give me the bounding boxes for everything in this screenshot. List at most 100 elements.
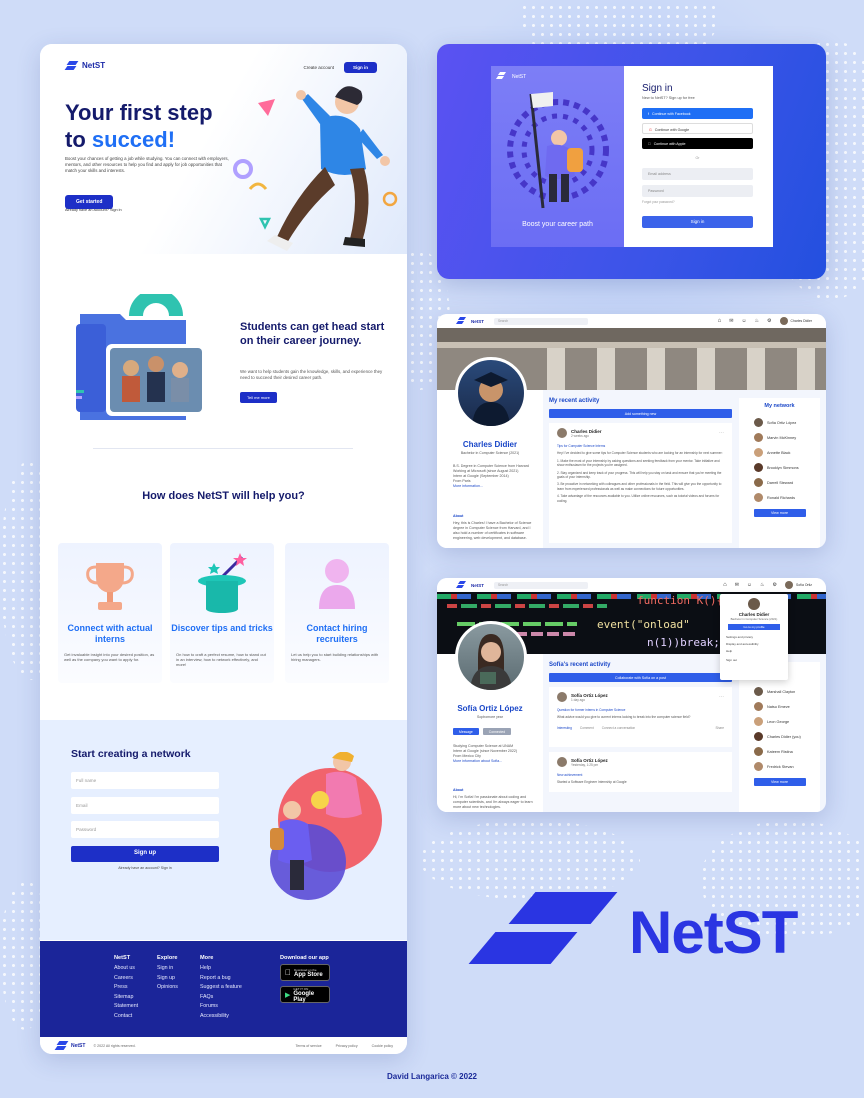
more-info-link[interactable]: More information...: [453, 484, 535, 489]
footer-link[interactable]: Accessibility: [200, 1012, 242, 1022]
forgot-password-link[interactable]: Forgot your password?: [642, 200, 675, 204]
apple-button[interactable]: Continue with Apple: [642, 138, 753, 149]
menu-item[interactable]: Help: [720, 647, 788, 654]
avatar[interactable]: [784, 581, 793, 589]
search-input[interactable]: Search: [494, 581, 589, 589]
logo[interactable]: NetST: [64, 61, 105, 70]
footer-link[interactable]: Sign in: [157, 964, 178, 974]
tell-me-more-button[interactable]: Tell me more: [240, 392, 277, 403]
view-more-button[interactable]: View more: [753, 509, 806, 517]
settings-icon[interactable]: ⚙: [772, 582, 776, 588]
conversation-button[interactable]: Connect a conversation: [602, 726, 636, 730]
messages-icon[interactable]: ✉: [735, 582, 739, 588]
hero-sign-in-link[interactable]: Already have an account? Sign in: [65, 208, 122, 212]
profile-actions: Message Connected: [453, 728, 512, 735]
network-friend[interactable]: Ronald Richards: [739, 490, 820, 505]
footer-link[interactable]: About us: [114, 964, 138, 974]
network-friend[interactable]: Darrell Steward: [739, 475, 820, 490]
footer-link[interactable]: Report a bug: [200, 974, 242, 984]
interesting-button[interactable]: Interesting: [557, 726, 572, 730]
network-sign-in-link[interactable]: Already have an account? Sign in: [71, 866, 219, 870]
nav-username[interactable]: Charles Didier: [791, 319, 812, 323]
password-input[interactable]: Password: [642, 185, 753, 197]
or-divider: Or: [695, 156, 700, 160]
add-something-button[interactable]: Add something new: [549, 409, 732, 418]
sign-up-button[interactable]: Sign up: [71, 846, 219, 862]
notifications-icon[interactable]: ♨: [755, 318, 759, 324]
menu-item[interactable]: Sign out: [720, 654, 788, 662]
go-to-profile-button[interactable]: Go to my profile: [728, 624, 780, 630]
footer-link[interactable]: Opinions: [157, 983, 178, 993]
footer-link[interactable]: Help: [200, 964, 242, 974]
apple-icon: : [285, 968, 291, 977]
network-friend[interactable]: Marshall Clayton: [739, 684, 820, 699]
full-name-input[interactable]: Full name: [71, 772, 219, 789]
email-input[interactable]: Email: [71, 797, 219, 814]
search-input[interactable]: Search: [494, 317, 589, 325]
message-button[interactable]: Message: [453, 728, 479, 735]
menu-item[interactable]: Settings and privacy: [720, 633, 788, 640]
home-icon[interactable]: ⌂: [723, 582, 727, 588]
footer-link[interactable]: Forums: [200, 1002, 242, 1012]
network-friend[interactable]: Fredrick Stevan: [739, 759, 820, 774]
friend-name: Brooklyn Simmons: [767, 465, 799, 470]
comment-button[interactable]: Comment: [580, 726, 594, 730]
home-icon[interactable]: ⌂: [718, 318, 722, 324]
footer-link[interactable]: Statement: [114, 1002, 138, 1012]
network-friend[interactable]: Kateem Ristina: [739, 744, 820, 759]
more-options-icon[interactable]: ⋯: [719, 430, 724, 436]
more-options-icon[interactable]: ⋯: [719, 694, 724, 700]
get-started-button[interactable]: Get started: [65, 195, 114, 209]
top-navbar: NetST Search ⌂ ✉ ☺ ♨ ⚙ Sofía Ortiz: [437, 578, 826, 592]
footer-link[interactable]: Sign up: [157, 974, 178, 984]
network-friend[interactable]: Leon George: [739, 714, 820, 729]
notifications-icon[interactable]: ♨: [760, 582, 764, 588]
sign-in-submit-button[interactable]: Sign in: [642, 216, 753, 228]
sign-in-illustration-panel: NetST Boost your career path: [491, 66, 624, 247]
terms-link[interactable]: Terms of service: [295, 1044, 321, 1048]
messages-icon[interactable]: ✉: [729, 318, 733, 324]
app-store-badge[interactable]:  Download on theApp Store: [280, 964, 330, 981]
footer-link[interactable]: Press: [114, 983, 138, 993]
network-icon[interactable]: ☺: [741, 318, 746, 324]
facebook-button[interactable]: f Continue with Facebook: [642, 108, 753, 119]
settings-icon[interactable]: ⚙: [767, 318, 771, 324]
google-play-badge[interactable]: ▶ GET IT ON Google Play: [280, 986, 330, 1003]
collaborate-button[interactable]: Collaborate with Sofía on a post: [549, 673, 732, 682]
code-line: event("onload": [597, 618, 690, 631]
google-button[interactable]: G Continue with Google: [642, 123, 753, 134]
menu-item[interactable]: Display and accessibility: [720, 640, 788, 647]
people-illustration: [270, 752, 382, 900]
network-friend[interactable]: Brooklyn Simmons: [739, 460, 820, 475]
footer-link[interactable]: FAQs: [200, 993, 242, 1003]
post-title: Question for former interns in Computer …: [557, 708, 626, 712]
connected-button[interactable]: Connected: [482, 728, 512, 735]
share-button[interactable]: Share: [715, 726, 724, 730]
avatar[interactable]: [779, 317, 788, 325]
nav-username[interactable]: Sofía Ortiz: [796, 583, 812, 587]
network-friend[interactable]: Natsu Emeve: [739, 699, 820, 714]
play-icon: ▶: [285, 991, 291, 999]
network-icon[interactable]: ☺: [747, 582, 752, 588]
post-author: Charles Didier: [571, 428, 602, 434]
footer-link[interactable]: Sitemap: [114, 993, 138, 1003]
network-friend[interactable]: Marvin McKinney: [739, 430, 820, 445]
network-friend[interactable]: Charles Didier (you): [739, 729, 820, 744]
privacy-link[interactable]: Privacy policy: [336, 1044, 358, 1048]
password-input[interactable]: Password: [71, 821, 219, 838]
cookie-link[interactable]: Cookie policy: [372, 1044, 393, 1048]
bottom-bar: NetST © 2022 All rights reserved. Terms …: [40, 1037, 407, 1054]
more-info-link[interactable]: More information about Sofia...: [453, 759, 535, 764]
footer-link[interactable]: Suggest a feature: [200, 983, 242, 993]
email-address-input[interactable]: Email address: [642, 168, 753, 180]
view-more-button[interactable]: View more: [753, 778, 806, 786]
post-paragraph: 2. Stay organized and keep track of your…: [557, 470, 722, 480]
network-friend[interactable]: Sofía Ortiz López: [739, 415, 820, 430]
sign-up-link[interactable]: New to NetST? Sign up for free: [642, 96, 695, 100]
footer-link[interactable]: Careers: [114, 974, 138, 984]
footer-link[interactable]: Contact: [114, 1012, 138, 1022]
network-friend[interactable]: Annette Black: [739, 445, 820, 460]
feature-card-recruiters: Contact hiring recruiters Let us help yo…: [285, 543, 389, 683]
network-title: My network: [764, 403, 795, 409]
post-paragraph: Hey! I've decided to give some tips for …: [557, 451, 723, 456]
